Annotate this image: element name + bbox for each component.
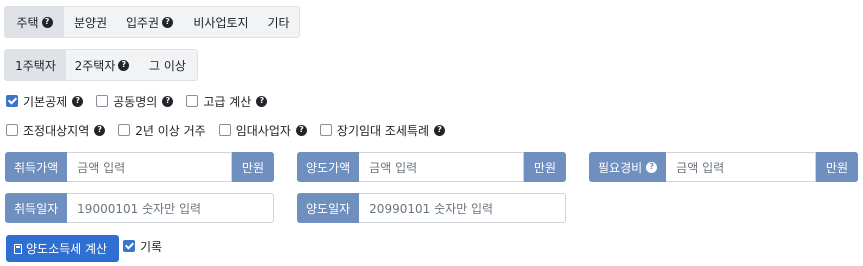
tab-label: 주택 [16,15,39,30]
record-label: 기록 [140,239,163,254]
checkbox[interactable] [6,124,18,136]
option-regulated-area[interactable]: 조정대상지역 ? [6,122,106,139]
option-label: 기본공제 [23,94,68,109]
acquisition-price-input[interactable]: 금액 입력 [67,152,232,182]
expenses-group: 필요경비 ? 금액 입력 만원 [589,152,858,182]
acquisition-date-input[interactable]: 19000101 숫자만 입력 [67,193,274,223]
checkbox[interactable] [218,124,231,136]
checkbox[interactable] [319,124,332,136]
expenses-label: 필요경비 ? [589,152,667,182]
help-icon[interactable]: ? [434,124,446,136]
option-label: 고급 계산 [203,94,252,109]
transfer-date-group: 양도일자 20990101 숫자만 입력 [297,193,566,223]
transfer-price-label: 양도가액 [297,152,360,182]
option-joint-ownership[interactable]: 공동명의 ? [96,93,174,110]
calculate-button-label: 양도소득세 계산 [26,242,108,256]
calculate-button[interactable]: 양도소득세 계산 [6,235,119,262]
option-label: 장기임대 조세특례 [336,123,430,138]
tab-label: 비사업토지 [193,15,249,30]
acquisition-price-unit: 만원 [231,152,274,182]
help-icon[interactable]: ? [118,59,130,71]
tab-non-business-land[interactable]: 비사업토지 [182,7,260,37]
house-count-tabs: 1주택자 2주택자 ? 그 이상 [4,49,198,81]
help-icon[interactable]: ? [72,95,84,107]
tab-occupancy-right[interactable]: 입주권 ? [117,7,182,37]
option-rental-business[interactable]: 임대사업자 ? [218,122,307,139]
tab-label: 입주권 [125,15,160,30]
option-long-term-rental[interactable]: 장기임대 조세특례 ? [319,122,446,139]
tab-label: 분양권 [73,15,108,30]
house-type-tabs: 주택 ? 분양권 입주권 ? 비사업토지 기타 [4,6,300,38]
tab-one-house[interactable]: 1주택자 [5,50,66,80]
checkbox[interactable] [118,124,131,136]
checkbox[interactable] [6,95,18,107]
tab-two-houses[interactable]: 2주택자 ? [66,50,138,80]
transfer-price-group: 양도가액 금액 입력 만원 [297,152,566,182]
acquisition-date-label: 취득일자 [5,193,68,223]
checkbox[interactable] [186,95,199,107]
transfer-price-unit: 만원 [523,152,566,182]
acquisition-price-label: 취득가액 [5,152,68,182]
option-label: 임대사업자 [235,123,291,138]
help-icon[interactable]: ? [162,95,174,107]
help-icon[interactable]: ? [256,95,268,107]
option-label: 2년 이상 거주 [135,123,206,138]
option-two-year-residence[interactable]: 2년 이상 거주 [118,122,206,139]
acquisition-date-group: 취득일자 19000101 숫자만 입력 [5,193,274,223]
help-icon[interactable]: ? [295,124,307,136]
acquisition-price-group: 취득가액 금액 입력 만원 [5,152,274,182]
option-label: 공동명의 [113,94,158,109]
tab-presale-right[interactable]: 분양권 [64,7,117,37]
transfer-date-input[interactable]: 20990101 숫자만 입력 [359,193,566,223]
tab-more-houses[interactable]: 그 이상 [138,50,197,80]
option-advanced-calc[interactable]: 고급 계산 ? [186,93,268,110]
tab-label: 1주택자 [15,58,56,73]
help-icon[interactable]: ? [41,16,53,28]
transfer-price-input[interactable]: 금액 입력 [359,152,524,182]
options-row-2: 조정대상지역 ? 2년 이상 거주 임대사업자 ? 장기임대 조세특례 ? [6,122,458,138]
help-icon[interactable]: ? [162,16,174,28]
options-row-1: 기본공제 ? 공동명의 ? 고급 계산 ? [6,93,280,109]
expenses-input[interactable]: 금액 입력 [666,152,816,182]
tab-label: 2주택자 [74,58,116,73]
help-icon[interactable]: ? [94,124,106,136]
transfer-date-label: 양도일자 [297,193,360,223]
option-basic-deduction[interactable]: 기본공제 ? [6,93,84,110]
calculator-icon [14,243,22,254]
option-label: 조정대상지역 [23,123,90,138]
record-option[interactable]: 기록 [123,239,163,254]
record-checkbox[interactable] [123,240,135,252]
tab-label: 그 이상 [149,58,186,73]
checkbox[interactable] [96,95,109,107]
expenses-label-text: 필요경비 [598,160,643,175]
expenses-unit: 만원 [815,152,858,182]
tab-etc[interactable]: 기타 [260,7,297,37]
tab-label: 기타 [267,15,290,30]
tab-house[interactable]: 주택 ? [5,7,64,37]
help-icon[interactable]: ? [646,161,658,173]
